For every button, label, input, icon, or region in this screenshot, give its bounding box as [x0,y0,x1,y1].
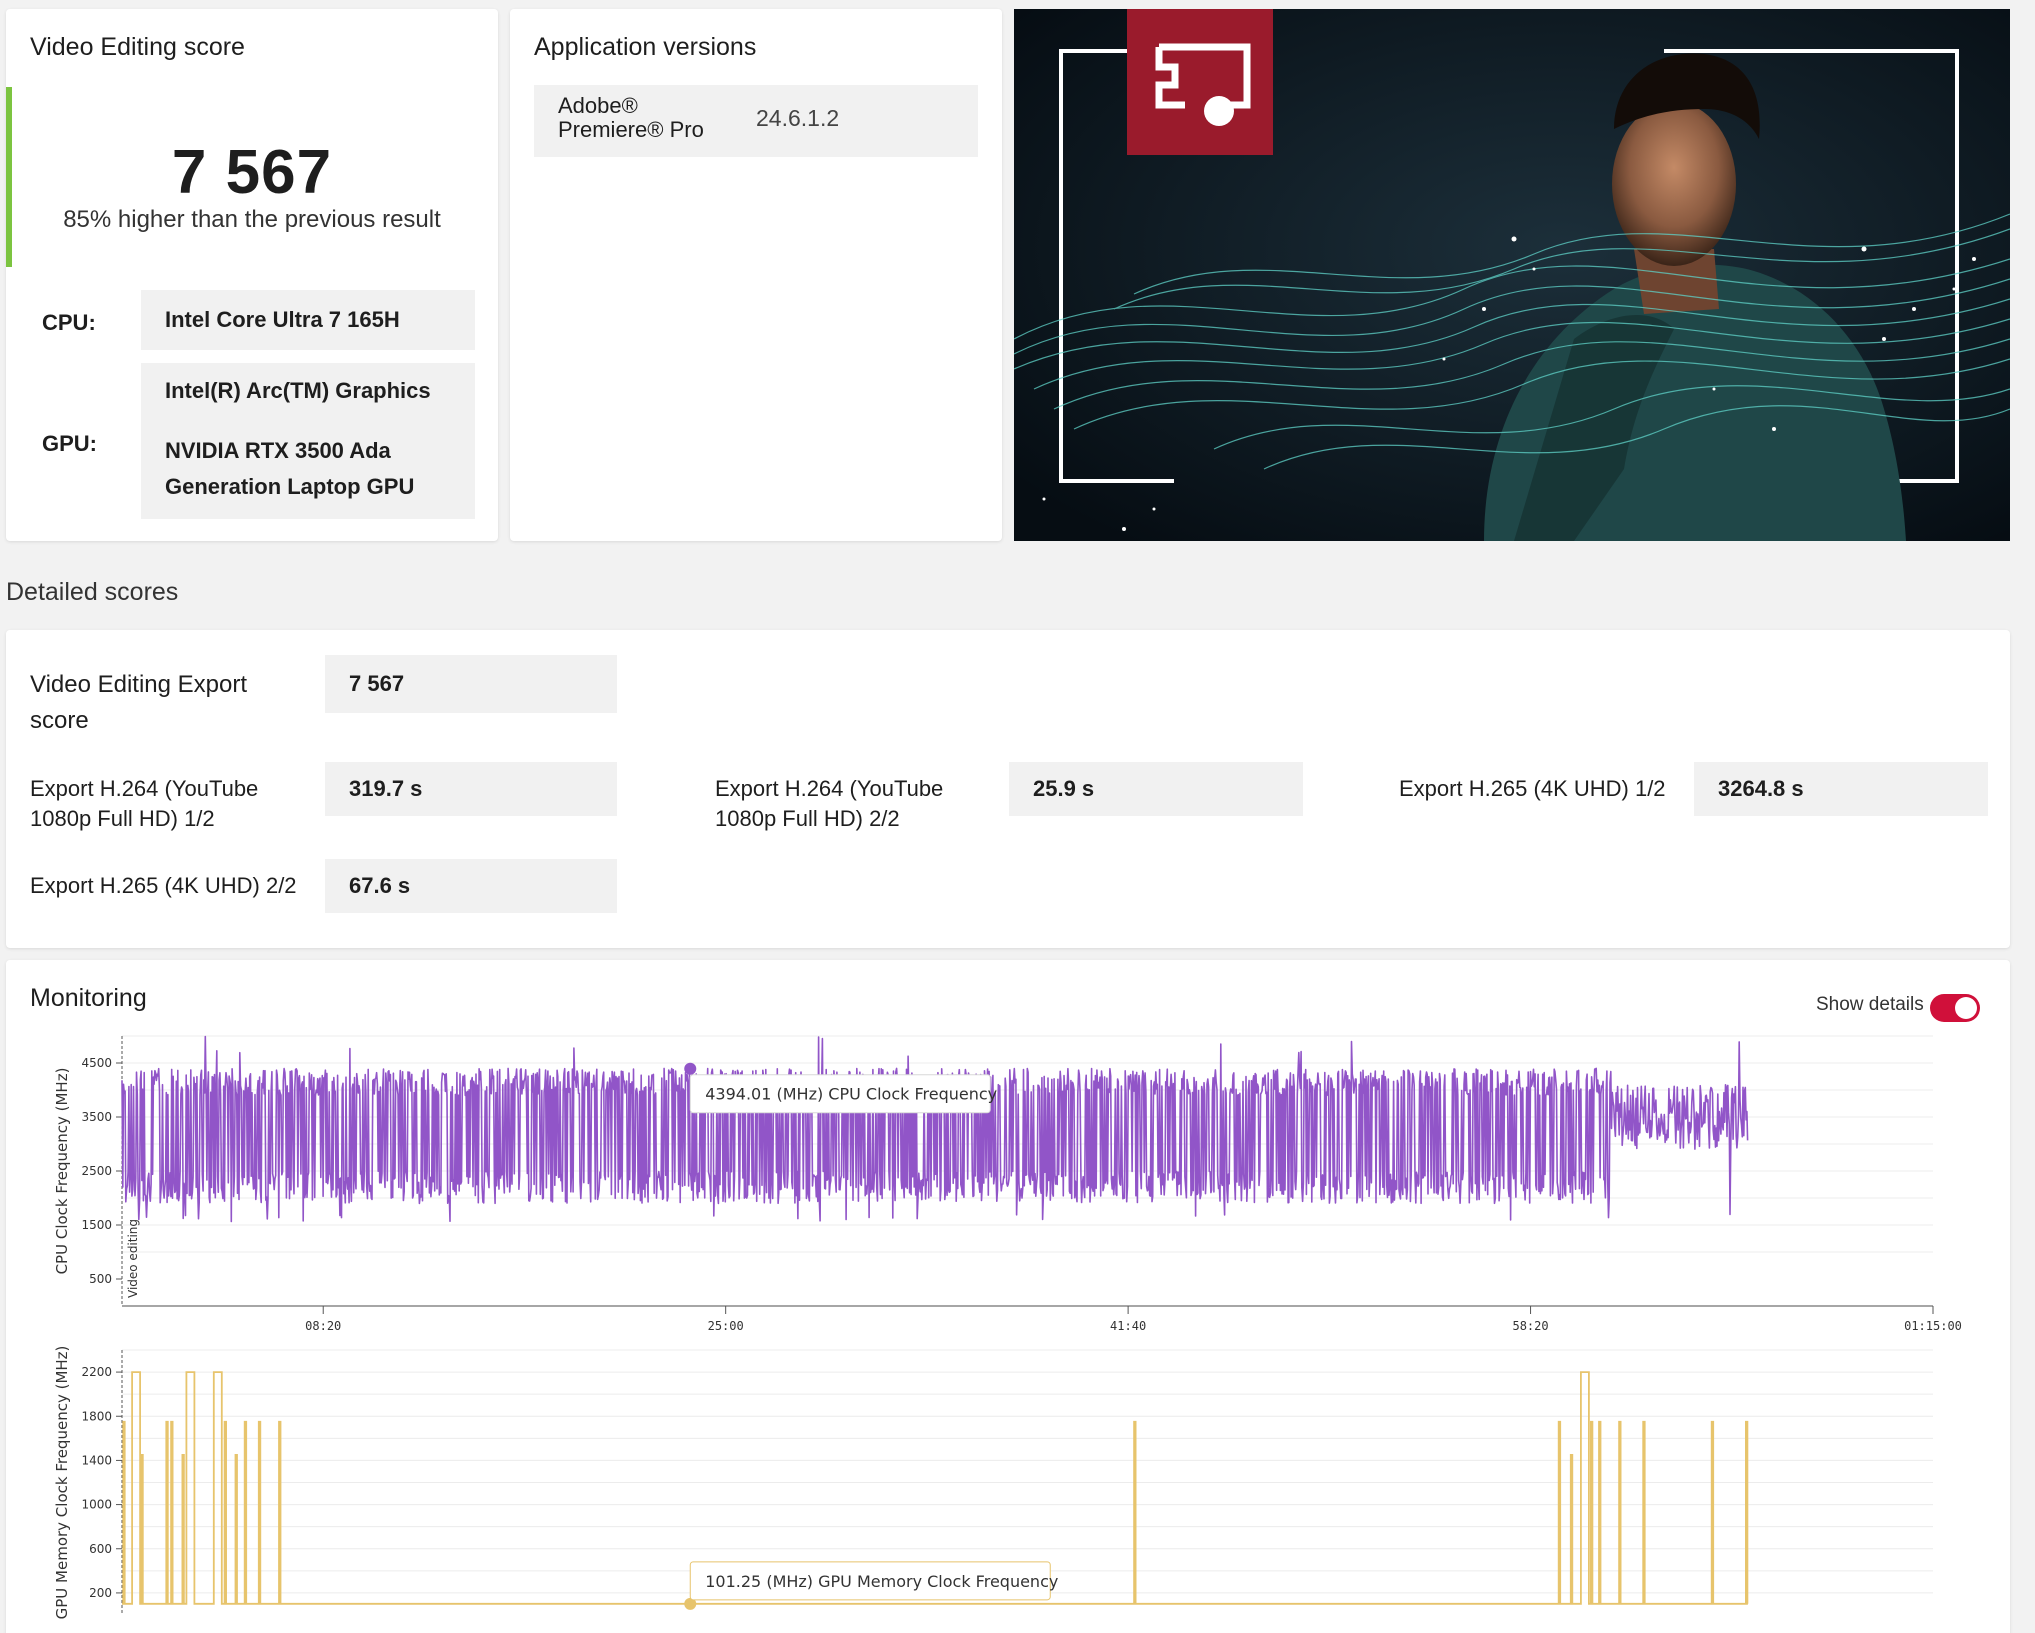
y-axis-title: GPU Memory Clock Frequency (MHz) [53,1346,71,1620]
x-tick-label: 08:20 [305,1319,341,1333]
x-tick-label: 01:15:00 [1904,1319,1962,1333]
band-label: Video editing [126,1219,140,1298]
y-tick-label: 1800 [81,1409,112,1423]
x-tick-label: 41:40 [1110,1319,1146,1333]
y-tick-label: 1500 [81,1218,112,1232]
y-axis-title: CPU Clock Frequency (MHz) [53,1068,71,1275]
y-tick-label: 500 [89,1272,112,1286]
y-tick-label: 2500 [81,1164,112,1178]
y-tick-label: 600 [89,1542,112,1556]
y-tick-label: 3500 [81,1110,112,1124]
gpu-memory-clock-chart: 2200 1800 1400 1000 600 200 GPU Memory Clock F… [53,1346,1933,1620]
tooltip-point [684,1062,697,1075]
cpu-series-line [121,1035,1749,1223]
x-tick-label: 58:20 [1512,1319,1548,1333]
x-tick-label: 25:00 [708,1319,744,1333]
y-tick-label: 200 [89,1586,112,1600]
y-tick-label: 1400 [81,1453,112,1467]
cpu-clock-chart: 4500 3500 2500 1500 500 08:20 25:00 41:40 58:20 0… [53,1035,1962,1333]
y-tick-label: 2200 [81,1365,112,1379]
y-tick-label: 1000 [81,1498,112,1512]
y-tick-label: 4500 [81,1056,112,1070]
tooltip-text: 101.25 (MHz) GPU Memory Clock Frequency [705,1572,1058,1591]
tooltip-text: 4394.01 (MHz) CPU Clock Frequency [705,1085,997,1104]
monitoring-charts: 4500 3500 2500 1500 500 08:20 25:00 41:40 58:20 0… [53,1035,1962,1620]
